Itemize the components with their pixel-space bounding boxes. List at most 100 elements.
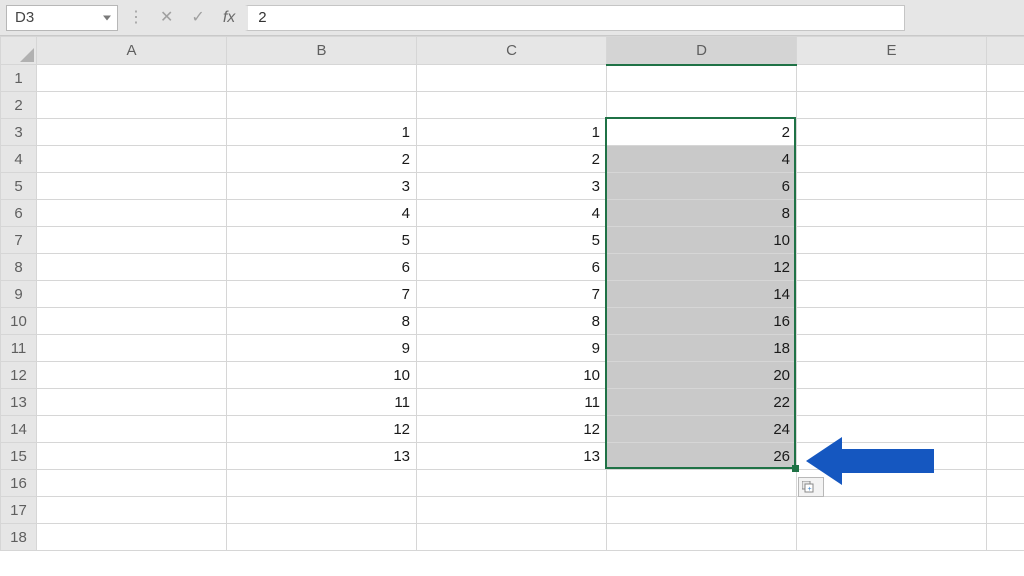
cell-F10[interactable] <box>987 308 1024 335</box>
cell-F6[interactable] <box>987 200 1024 227</box>
cell-B18[interactable] <box>227 524 417 551</box>
cell-B10[interactable]: 8 <box>227 308 417 335</box>
cell-E17[interactable] <box>797 497 987 524</box>
cell-C15[interactable]: 13 <box>417 443 607 470</box>
cell-E16[interactable] <box>797 470 987 497</box>
cell-F17[interactable] <box>987 497 1024 524</box>
cell-F16[interactable] <box>987 470 1024 497</box>
cell-D9[interactable]: 14 <box>607 281 797 308</box>
cell-C6[interactable]: 4 <box>417 200 607 227</box>
row-header-17[interactable]: 17 <box>1 497 37 524</box>
row-header-5[interactable]: 5 <box>1 173 37 200</box>
cell-E5[interactable] <box>797 173 987 200</box>
row-header-4[interactable]: 4 <box>1 146 37 173</box>
cell-D13[interactable]: 22 <box>607 389 797 416</box>
cell-C16[interactable] <box>417 470 607 497</box>
cell-F9[interactable] <box>987 281 1024 308</box>
cell-E2[interactable] <box>797 92 987 119</box>
cell-A17[interactable] <box>37 497 227 524</box>
cell-D18[interactable] <box>607 524 797 551</box>
col-header-F[interactable] <box>987 37 1024 65</box>
cell-F14[interactable] <box>987 416 1024 443</box>
row-header-6[interactable]: 6 <box>1 200 37 227</box>
row-header-18[interactable]: 18 <box>1 524 37 551</box>
cell-C3[interactable]: 1 <box>417 119 607 146</box>
row-header-7[interactable]: 7 <box>1 227 37 254</box>
cell-F5[interactable] <box>987 173 1024 200</box>
worksheet[interactable]: A B C D E 123112422453366448755108661297… <box>0 36 1024 551</box>
cell-A5[interactable] <box>37 173 227 200</box>
grid-table[interactable]: A B C D E 123112422453366448755108661297… <box>0 36 1024 551</box>
cell-D17[interactable] <box>607 497 797 524</box>
row-header-14[interactable]: 14 <box>1 416 37 443</box>
cell-B4[interactable]: 2 <box>227 146 417 173</box>
cell-D2[interactable] <box>607 92 797 119</box>
cell-B5[interactable]: 3 <box>227 173 417 200</box>
cell-C18[interactable] <box>417 524 607 551</box>
cell-C13[interactable]: 11 <box>417 389 607 416</box>
col-header-B[interactable]: B <box>227 37 417 65</box>
cell-A9[interactable] <box>37 281 227 308</box>
row-header-11[interactable]: 11 <box>1 335 37 362</box>
cell-A12[interactable] <box>37 362 227 389</box>
row-header-2[interactable]: 2 <box>1 92 37 119</box>
row-header-16[interactable]: 16 <box>1 470 37 497</box>
cell-B13[interactable]: 11 <box>227 389 417 416</box>
cell-C1[interactable] <box>417 65 607 92</box>
cell-E15[interactable] <box>797 443 987 470</box>
cell-E10[interactable] <box>797 308 987 335</box>
cell-A4[interactable] <box>37 146 227 173</box>
cell-B14[interactable]: 12 <box>227 416 417 443</box>
cell-F13[interactable] <box>987 389 1024 416</box>
row-header-8[interactable]: 8 <box>1 254 37 281</box>
fx-label[interactable]: fx <box>223 10 235 26</box>
cell-E6[interactable] <box>797 200 987 227</box>
cell-B3[interactable]: 1 <box>227 119 417 146</box>
cell-D14[interactable]: 24 <box>607 416 797 443</box>
cell-B12[interactable]: 10 <box>227 362 417 389</box>
cell-F3[interactable] <box>987 119 1024 146</box>
chevron-down-icon[interactable] <box>103 15 111 20</box>
cell-E3[interactable] <box>797 119 987 146</box>
enter-icon[interactable]: ✓ <box>191 10 204 26</box>
cell-A7[interactable] <box>37 227 227 254</box>
cell-D6[interactable]: 8 <box>607 200 797 227</box>
cell-C5[interactable]: 3 <box>417 173 607 200</box>
cell-E14[interactable] <box>797 416 987 443</box>
row-header-15[interactable]: 15 <box>1 443 37 470</box>
cell-B1[interactable] <box>227 65 417 92</box>
row-header-10[interactable]: 10 <box>1 308 37 335</box>
cell-F4[interactable] <box>987 146 1024 173</box>
cell-C17[interactable] <box>417 497 607 524</box>
cell-E9[interactable] <box>797 281 987 308</box>
cell-B2[interactable] <box>227 92 417 119</box>
cell-D12[interactable]: 20 <box>607 362 797 389</box>
row-header-9[interactable]: 9 <box>1 281 37 308</box>
cell-D1[interactable] <box>607 65 797 92</box>
cell-C9[interactable]: 7 <box>417 281 607 308</box>
dots-icon[interactable]: ⋮ <box>128 10 142 26</box>
cancel-icon[interactable]: ✕ <box>160 10 173 26</box>
cell-B11[interactable]: 9 <box>227 335 417 362</box>
row-header-3[interactable]: 3 <box>1 119 37 146</box>
cell-E18[interactable] <box>797 524 987 551</box>
cell-A18[interactable] <box>37 524 227 551</box>
cell-F7[interactable] <box>987 227 1024 254</box>
cell-A11[interactable] <box>37 335 227 362</box>
cell-B7[interactable]: 5 <box>227 227 417 254</box>
cell-E12[interactable] <box>797 362 987 389</box>
cell-D3[interactable]: 2 <box>607 119 797 146</box>
select-all-corner[interactable] <box>1 37 37 65</box>
cell-D11[interactable]: 18 <box>607 335 797 362</box>
col-header-A[interactable]: A <box>37 37 227 65</box>
cell-C4[interactable]: 2 <box>417 146 607 173</box>
cell-A10[interactable] <box>37 308 227 335</box>
cell-C11[interactable]: 9 <box>417 335 607 362</box>
cell-C8[interactable]: 6 <box>417 254 607 281</box>
cell-B8[interactable]: 6 <box>227 254 417 281</box>
cell-A6[interactable] <box>37 200 227 227</box>
cell-E11[interactable] <box>797 335 987 362</box>
cell-A2[interactable] <box>37 92 227 119</box>
col-header-D[interactable]: D <box>607 37 797 65</box>
col-header-C[interactable]: C <box>417 37 607 65</box>
